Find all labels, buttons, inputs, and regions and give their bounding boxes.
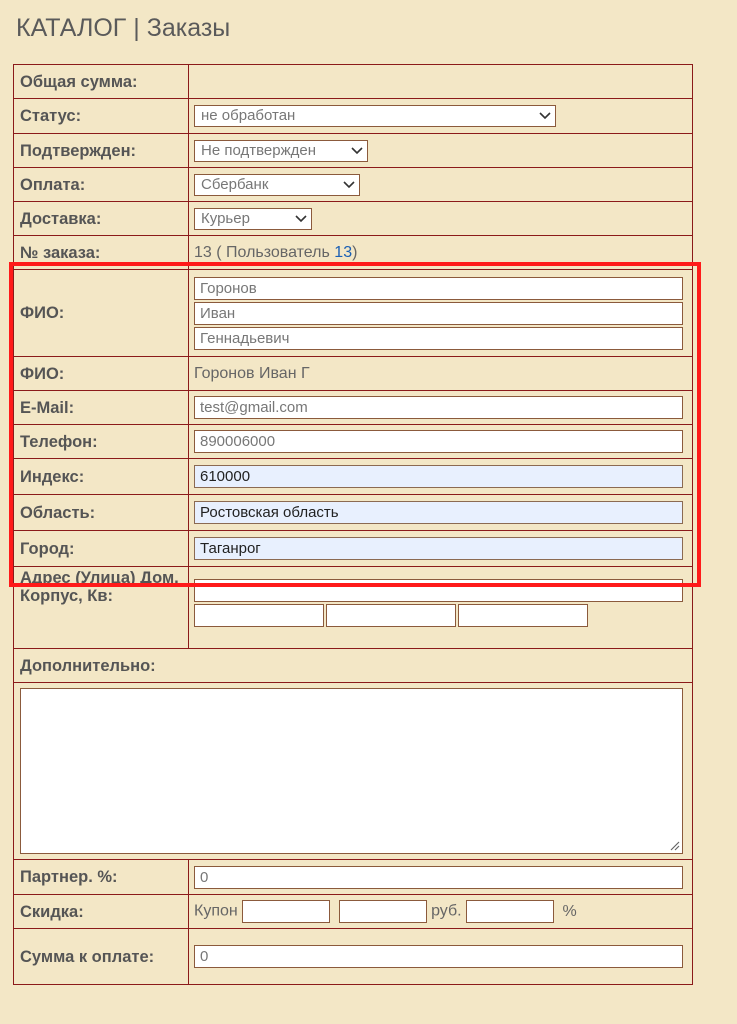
delivery-select-value: Курьер xyxy=(201,209,250,227)
user-link[interactable]: 13 xyxy=(334,244,352,261)
to-pay-input[interactable]: 0 xyxy=(194,945,683,968)
order-number-suffix: ) xyxy=(352,243,358,261)
row-to-pay: Сумма к оплате: 0 xyxy=(13,928,693,985)
status-select[interactable]: не обработан xyxy=(194,105,556,127)
coupon-label: Купон xyxy=(194,902,238,920)
row-fio-text: ФИО: Горонов Иван Г xyxy=(13,356,693,391)
partner-label: Партнер. %: xyxy=(13,859,189,895)
payment-select-value: Сбербанк xyxy=(201,175,269,193)
to-pay-label: Сумма к оплате: xyxy=(13,928,189,985)
row-order-number: № заказа: 13 ( Пользователь 13) xyxy=(13,235,693,270)
order-number-label: № заказа: xyxy=(13,235,189,270)
chevron-down-icon xyxy=(351,146,363,154)
row-status: Статус: не обработан xyxy=(13,98,693,134)
row-additional-text xyxy=(13,682,693,860)
chevron-down-icon xyxy=(343,180,355,188)
row-fio-fields: ФИО: Горонов Иван Геннадьевич xyxy=(13,269,693,357)
row-discount: Скидка: Купон руб. % xyxy=(13,894,693,929)
page-title: КАТАЛОГ | Заказы xyxy=(16,14,231,42)
phone-label: Телефон: xyxy=(13,424,189,459)
row-partner: Партнер. %: 0 xyxy=(13,859,693,895)
fio-fields-label: ФИО: xyxy=(13,269,189,357)
percent-label: % xyxy=(562,902,577,920)
house-input[interactable] xyxy=(194,604,324,627)
email-input[interactable]: test@gmail.com xyxy=(194,396,683,419)
status-label: Статус: xyxy=(13,98,189,134)
percent-input[interactable] xyxy=(466,900,555,923)
apartment-input[interactable] xyxy=(458,604,588,627)
order-number-prefix: 13 ( Пользователь xyxy=(194,243,335,261)
address-label: Адрес (Улица) Дом, Корпус, Кв: xyxy=(13,566,189,649)
total-value xyxy=(188,64,693,99)
last-name-input[interactable]: Горонов xyxy=(194,276,683,300)
row-payment: Оплата: Сбербанк xyxy=(13,167,693,202)
index-label: Индекс: xyxy=(13,458,189,495)
region-label: Область: xyxy=(13,494,189,531)
chevron-down-icon xyxy=(295,214,307,222)
payment-label: Оплата: xyxy=(13,167,189,202)
address-parts xyxy=(194,604,692,627)
additional-label: Дополнительно: xyxy=(13,648,693,683)
row-email: E-Mail: test@gmail.com xyxy=(13,390,693,425)
additional-textarea[interactable] xyxy=(20,688,683,854)
fio-fields-group: Горонов Иван Геннадьевич xyxy=(194,276,692,350)
chevron-down-icon xyxy=(539,112,551,120)
confirmed-select-value: Не подтвержден xyxy=(201,141,316,159)
region-input[interactable]: Ростовская область xyxy=(194,501,683,524)
delivery-select[interactable]: Курьер xyxy=(194,207,312,230)
city-label: Город: xyxy=(13,530,189,567)
partner-input[interactable]: 0 xyxy=(194,865,683,889)
middle-name-input[interactable]: Геннадьевич xyxy=(194,326,683,350)
row-delivery: Доставка: Курьер xyxy=(13,201,693,236)
total-label: Общая сумма: xyxy=(13,64,189,99)
coupon-input-2[interactable] xyxy=(338,900,427,923)
rub-label: руб. xyxy=(431,902,462,920)
row-address: Адрес (Улица) Дом, Корпус, Кв: xyxy=(13,566,693,649)
fio-text-label: ФИО: xyxy=(13,356,189,391)
confirmed-label: Подтвержден: xyxy=(13,133,189,168)
row-region: Область: Ростовская область xyxy=(13,494,693,531)
row-phone: Телефон: 890006000 xyxy=(13,424,693,459)
building-input[interactable] xyxy=(326,604,456,627)
first-name-input[interactable]: Иван xyxy=(194,301,683,325)
row-index: Индекс: 610000 xyxy=(13,458,693,495)
resize-handle-icon[interactable] xyxy=(669,840,680,851)
fio-text-value: Горонов Иван Г xyxy=(188,356,693,391)
order-number-value: 13 ( Пользователь 13) xyxy=(188,235,693,270)
coupon-input-1[interactable] xyxy=(242,900,331,923)
city-input[interactable]: Таганрог xyxy=(194,537,683,560)
status-select-value: не обработан xyxy=(201,107,296,124)
email-label: E-Mail: xyxy=(13,390,189,425)
delivery-label: Доставка: xyxy=(13,201,189,236)
row-additional-label: Дополнительно: xyxy=(13,648,693,683)
index-input[interactable]: 610000 xyxy=(194,465,683,488)
street-input[interactable] xyxy=(194,579,683,602)
payment-select[interactable]: Сбербанк xyxy=(194,173,360,196)
confirmed-select[interactable]: Не подтвержден xyxy=(194,139,368,162)
order-form-table: Общая сумма: Статус: не обработан Подтве… xyxy=(13,64,693,985)
row-total: Общая сумма: xyxy=(13,64,693,99)
discount-label: Скидка: xyxy=(13,894,189,929)
row-confirmed: Подтвержден: Не подтвержден xyxy=(13,133,693,168)
phone-input[interactable]: 890006000 xyxy=(194,430,683,453)
row-city: Город: Таганрог xyxy=(13,530,693,567)
